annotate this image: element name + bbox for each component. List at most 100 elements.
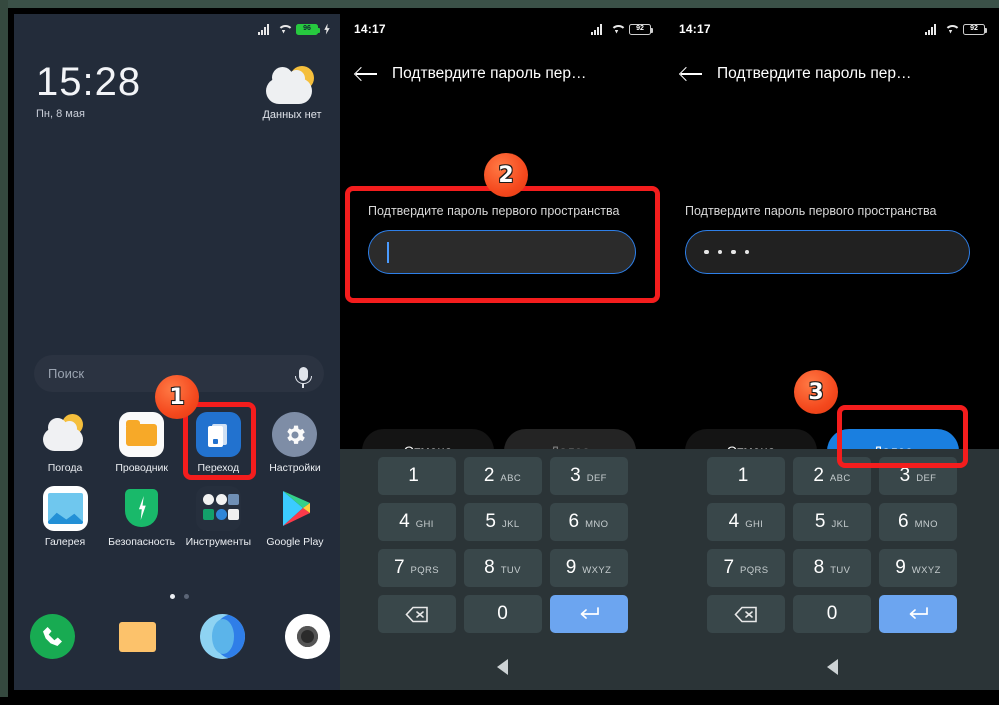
- nav-back-triangle-icon[interactable]: [826, 658, 838, 675]
- app-label: Настройки: [269, 462, 321, 474]
- phone-app-icon[interactable]: [30, 614, 75, 659]
- page-dot-active[interactable]: [169, 594, 175, 599]
- app-label: Инструменты: [185, 536, 252, 548]
- numeric-keypad-3: 1 2 ABC 3 DEF 4 GHI 5 JKL 6 MNO 7 PQRS 8 TUV 9W…: [665, 449, 999, 643]
- keypad-row: 7 PQRS 8 TUV 9 WXYZ: [340, 549, 665, 587]
- page-dot[interactable]: [183, 594, 189, 599]
- app-row-1: Погода Проводник Переход Настройки: [30, 412, 330, 474]
- page-title: Подтвердите пароль пер…: [392, 65, 587, 82]
- signal-icon: [258, 23, 271, 35]
- app-file-manager[interactable]: Проводник: [107, 412, 177, 474]
- app-label: Галерея: [44, 536, 86, 548]
- top-border-strip: [0, 0, 999, 8]
- battery-percent: 92: [970, 24, 978, 32]
- nav-back-triangle-icon[interactable]: [497, 658, 508, 675]
- key-2[interactable]: 2 ABC: [463, 457, 542, 495]
- left-border-strip: [0, 0, 8, 705]
- app-gallery[interactable]: Галерея: [30, 486, 100, 548]
- key-4[interactable]: 4 GHI: [707, 503, 785, 541]
- key-7[interactable]: 7 PQRS: [707, 549, 785, 587]
- app-label: Переход: [197, 462, 240, 474]
- app-bar-2: Подтвердите пароль пер…: [340, 52, 665, 96]
- status-bar-2: 14:17 92: [340, 14, 665, 44]
- weather-widget[interactable]: Данных нет: [256, 66, 328, 121]
- key-9[interactable]: 9 WXYZ: [879, 549, 957, 587]
- step-badge-1: 1: [155, 375, 199, 419]
- key-5[interactable]: 5 JKL: [793, 503, 871, 541]
- battery-percent: 92: [636, 24, 644, 32]
- keypad-row: 0: [665, 595, 999, 633]
- back-arrow-icon[interactable]: [356, 65, 378, 83]
- keypad-row: 0: [340, 595, 665, 633]
- numeric-keypad-2: 1 2 ABC 3 DEF 4 GHI 5 JKL 6 MNO 7 PQRS 8 TUV 9W…: [340, 449, 665, 643]
- step-badge-2: 2: [484, 153, 528, 197]
- key-1[interactable]: 1: [377, 457, 456, 495]
- dock: [30, 614, 330, 659]
- key-4[interactable]: 4 GHI: [377, 503, 456, 541]
- battery-icon: 96: [296, 23, 320, 35]
- key-9[interactable]: 9 WXYZ: [549, 549, 628, 587]
- app-label: Проводник: [115, 462, 168, 474]
- app-settings[interactable]: Настройки: [260, 412, 330, 474]
- app-grid: Погода Проводник Переход Настройки Галер…: [30, 412, 330, 560]
- keypad-row: 4 GHI 5 JKL 6 MNO: [665, 503, 999, 541]
- microphone-icon[interactable]: [295, 366, 312, 388]
- settings-gear-icon: [272, 412, 318, 457]
- password-dots: [704, 249, 749, 255]
- clock-date: Пн, 8 мая: [36, 108, 85, 120]
- key-3[interactable]: 3 DEF: [549, 457, 628, 495]
- app-google-play[interactable]: Google Play: [260, 486, 330, 548]
- password-input[interactable]: [368, 230, 636, 274]
- key-6[interactable]: 6 MNO: [879, 503, 957, 541]
- status-time: 14:17: [354, 22, 386, 36]
- enter-icon[interactable]: [879, 595, 957, 633]
- keypad-row: 1 2 ABC 3 DEF: [665, 457, 999, 495]
- clock-widget[interactable]: 15:28 Пн, 8 мая: [36, 60, 141, 120]
- status-bar-launcher: 96: [14, 14, 344, 44]
- key-2[interactable]: 2 ABC: [793, 457, 871, 495]
- status-icons: 92: [925, 23, 987, 35]
- bottom-border-strip: [0, 697, 999, 705]
- app-weather[interactable]: Погода: [30, 412, 100, 474]
- key-8[interactable]: 8 TUV: [463, 549, 542, 587]
- key-3[interactable]: 3 DEF: [879, 457, 957, 495]
- weather-cloud-sun-icon: [266, 66, 318, 106]
- page-title: Подтвердите пароль пер…: [717, 65, 912, 82]
- clock-time: 15:28: [36, 60, 142, 104]
- password-input[interactable]: [685, 230, 970, 274]
- backspace-icon[interactable]: [707, 595, 785, 633]
- navigation-bar-2: [340, 643, 665, 690]
- key-6[interactable]: 6 MNO: [549, 503, 628, 541]
- key-8[interactable]: 8 TUV: [793, 549, 871, 587]
- app-row-2: Галерея Безопасность Инструменты Google …: [30, 486, 330, 548]
- password-field-label: Подтвердите пароль первого пространства: [685, 204, 937, 218]
- messages-app-icon[interactable]: [115, 614, 160, 659]
- key-5[interactable]: 5 JKL: [463, 503, 542, 541]
- key-1[interactable]: 1: [707, 457, 785, 495]
- app-label: Безопасность: [108, 536, 176, 548]
- status-icons: 96: [258, 23, 330, 35]
- app-tools-folder[interactable]: Инструменты: [183, 486, 253, 548]
- text-caret: [387, 241, 389, 263]
- status-icons: 92: [591, 23, 653, 35]
- page-indicator: [14, 594, 344, 599]
- panel-password-empty: 14:17 92 Подтвердите пароль пер… Подтвер…: [340, 14, 665, 690]
- password-block-3: Подтвердите пароль первого пространства: [685, 204, 970, 274]
- enter-icon[interactable]: [549, 595, 628, 633]
- screenshot-root: 96 15:28 Пн, 8 мая Данных нет Поиск Пого…: [0, 0, 999, 705]
- weather-app-icon: [42, 412, 88, 457]
- back-arrow-icon[interactable]: [681, 65, 703, 83]
- app-security[interactable]: Безопасность: [107, 486, 177, 548]
- signal-icon: [591, 23, 604, 35]
- key-0[interactable]: 0: [463, 595, 542, 633]
- app-second-space-switch[interactable]: Переход: [183, 412, 253, 474]
- panel-password-filled: 14:17 92 Подтвердите пароль пер… Подтвер…: [665, 14, 999, 690]
- key-0[interactable]: 0: [793, 595, 871, 633]
- camera-app-icon[interactable]: [285, 614, 330, 659]
- browser-app-icon[interactable]: [200, 614, 245, 659]
- backspace-icon[interactable]: [377, 595, 456, 633]
- key-7[interactable]: 7 PQRS: [377, 549, 456, 587]
- keypad-row: 1 2 ABC 3 DEF: [340, 457, 665, 495]
- tools-folder-icon: [195, 486, 241, 531]
- wifi-icon: [610, 24, 623, 35]
